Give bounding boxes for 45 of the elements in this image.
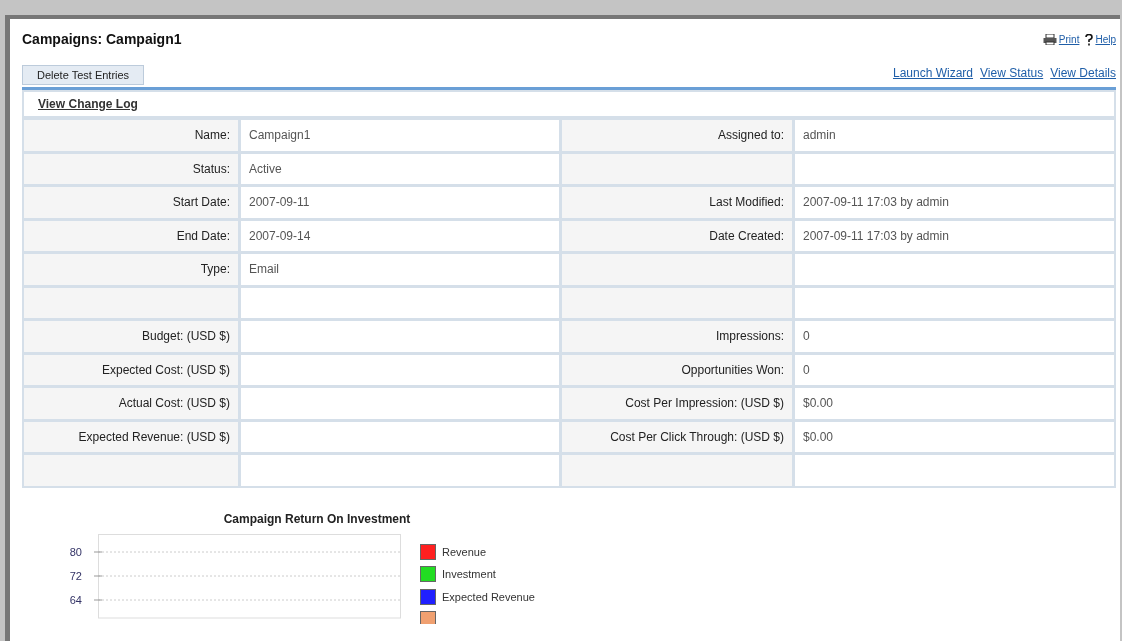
y-tick-label: 72 xyxy=(69,569,82,582)
field-value-cell: 2007-09-14 xyxy=(241,220,559,251)
field-value-cell: $0.00 xyxy=(795,421,1114,452)
field-label-cell: Name: xyxy=(24,120,238,151)
printer-icon xyxy=(1042,34,1057,45)
field-value-cell: 0 xyxy=(795,354,1114,385)
field-value-cell: $0.00 xyxy=(795,388,1114,419)
delete-test-entries-button[interactable]: Delete Test Entries xyxy=(22,65,145,85)
field-label-cell: Expected Revenue: (USD $) xyxy=(24,421,238,452)
page-title: Campaigns: Campaign1 xyxy=(22,30,182,49)
toolbar-link[interactable]: View Details xyxy=(1050,64,1116,82)
field-value-cell: 2007-09-11 17:03 by admin xyxy=(795,187,1114,218)
field-value-cell: Email xyxy=(241,254,559,285)
field-value-cell: 2007-09-11 xyxy=(241,187,559,218)
y-tick-label: 80 xyxy=(69,545,82,558)
legend-label: Expected Revenue xyxy=(442,589,535,605)
legend-label: Revenue xyxy=(442,544,487,560)
field-label-cell: Expected Cost: (USD $) xyxy=(24,354,238,385)
toolbar-link[interactable]: Launch Wizard xyxy=(893,64,974,82)
view-change-log-link[interactable]: View Change Log xyxy=(38,95,138,113)
field-label-cell: Impressions: xyxy=(562,321,792,352)
field-value-cell: 2007-09-11 17:03 by admin xyxy=(795,220,1114,251)
field-value-cell: admin xyxy=(795,120,1114,151)
field-label-cell: Date Created: xyxy=(562,220,792,251)
chart-title: Campaign Return On Investment xyxy=(223,510,411,528)
y-tick-label: 64 xyxy=(69,593,82,606)
toolbar-link[interactable]: View Status xyxy=(980,64,1044,82)
legend-label: Investment xyxy=(442,567,496,582)
header-link[interactable]: Print xyxy=(1058,32,1080,47)
field-label-cell: End Date: xyxy=(24,220,238,251)
field-label-cell: Type: xyxy=(24,254,238,285)
field-label-cell: Assigned to: xyxy=(562,120,792,151)
field-label-cell: Last Modified: xyxy=(562,187,792,218)
help-icon xyxy=(1085,33,1094,46)
field-label-cell: Budget: (USD $) xyxy=(24,321,238,352)
header-link[interactable]: Help xyxy=(1095,32,1116,47)
field-value-cell: 0 xyxy=(795,321,1114,352)
field-value-cell: Active xyxy=(241,153,559,184)
field-label-cell: Status: xyxy=(24,153,238,184)
field-label-cell: Cost Per Impression: (USD $) xyxy=(562,388,792,419)
field-value-cell: Campaign1 xyxy=(241,120,559,151)
field-label-cell: Opportunities Won: xyxy=(562,354,792,385)
field-label-cell: Actual Cost: (USD $) xyxy=(24,388,238,419)
field-label-cell: Start Date: xyxy=(24,187,238,218)
field-label-cell: Cost Per Click Through: (USD $) xyxy=(562,421,792,452)
